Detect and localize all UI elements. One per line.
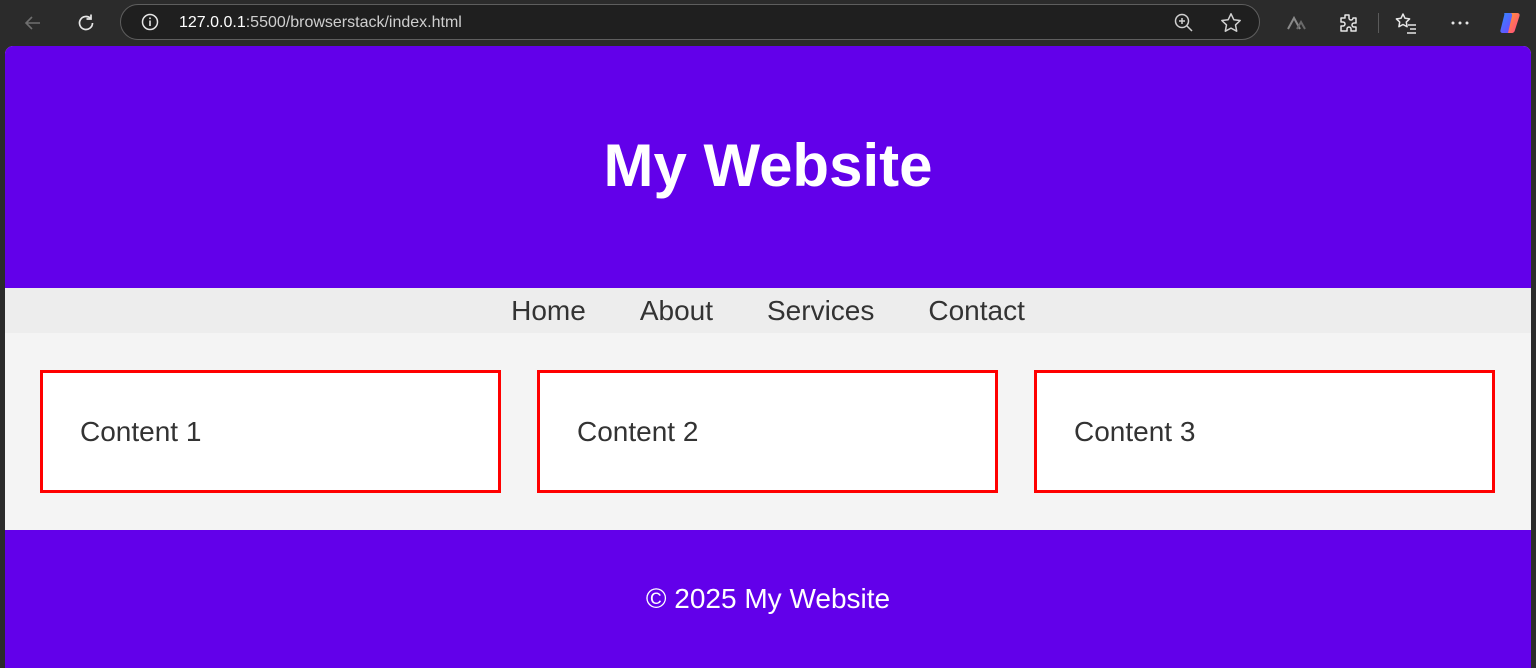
header-title: My Website <box>603 131 933 199</box>
url-path: :5500/browserstack/index.html <box>245 14 462 31</box>
content-card-1: Content 1 <box>40 370 501 493</box>
browser-toolbar: 127.0.0.1:5500/browserstack/index.html <box>0 0 1536 46</box>
site-footer: © 2025 My Website <box>5 530 1531 668</box>
extensions-icon[interactable] <box>1332 7 1364 39</box>
site-info-icon[interactable] <box>141 13 159 31</box>
content-card-3: Content 3 <box>1034 370 1495 493</box>
card-label: Content 1 <box>80 416 202 447</box>
footer-text: © 2025 My Website <box>645 583 891 614</box>
content-card-2: Content 2 <box>537 370 998 493</box>
copilot-icon[interactable] <box>1494 7 1526 39</box>
nav-home[interactable]: Home <box>511 288 586 333</box>
more-options-icon[interactable] <box>1444 7 1476 39</box>
favorite-star-icon[interactable] <box>1219 11 1243 35</box>
url-text[interactable]: 127.0.0.1:5500/browserstack/index.html <box>179 14 462 32</box>
page-viewport: My Website Home About Services Contact C… <box>5 46 1531 668</box>
card-label: Content 3 <box>1074 416 1196 447</box>
content-area: Content 1 Content 2 Content 3 <box>5 333 1531 530</box>
nav-contact[interactable]: Contact <box>928 288 1025 333</box>
toolbar-separator <box>1378 13 1379 33</box>
reload-icon[interactable] <box>70 7 102 39</box>
favorites-list-icon[interactable] <box>1390 7 1422 39</box>
back-arrow-icon[interactable] <box>17 7 49 39</box>
zoom-icon[interactable] <box>1173 12 1195 34</box>
url-host: 127.0.0.1 <box>179 14 246 31</box>
address-bar[interactable]: 127.0.0.1:5500/browserstack/index.html <box>120 4 1260 40</box>
site-header: My Website <box>5 46 1531 288</box>
card-label: Content 2 <box>577 416 699 447</box>
nav-services[interactable]: Services <box>767 288 874 333</box>
nav-about[interactable]: About <box>640 288 713 333</box>
translate-icon[interactable] <box>1280 7 1312 39</box>
main-nav: Home About Services Contact <box>5 288 1531 333</box>
